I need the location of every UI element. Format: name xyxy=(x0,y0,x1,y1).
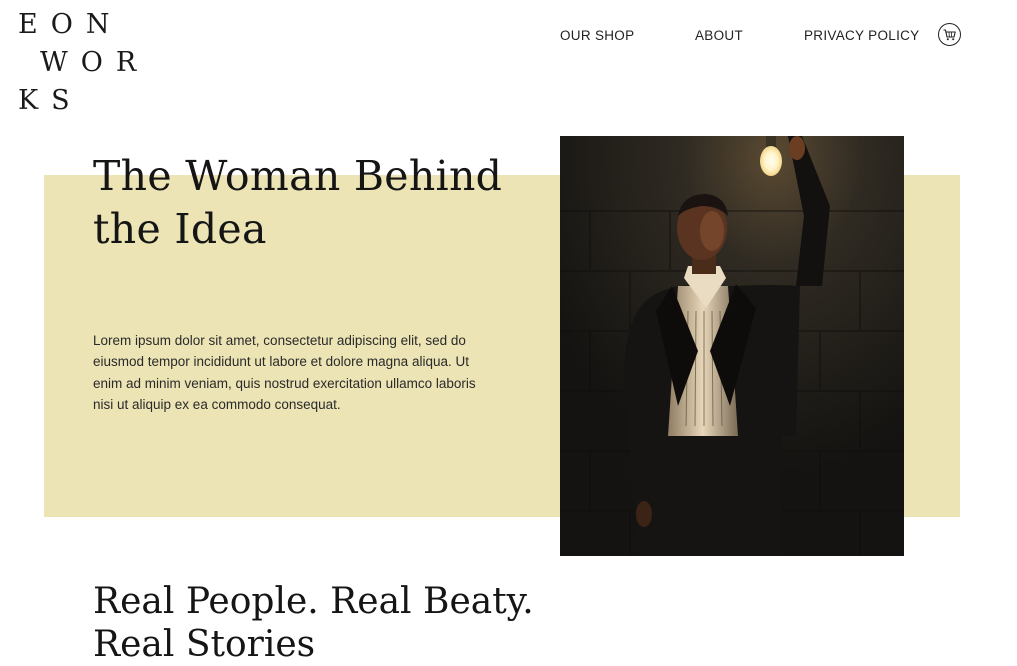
nav-link-our-shop[interactable]: OUR SHOP xyxy=(560,28,634,43)
brand-logo-line-1: EON xyxy=(18,6,149,44)
hero-body-text: Lorem ipsum dolor sit amet, consectetur … xyxy=(93,330,478,415)
cart-button[interactable] xyxy=(938,23,961,46)
brand-logo-line-3: KS xyxy=(18,82,149,120)
brand-logo-line-2: WOR xyxy=(18,44,149,82)
hero-title: The Woman Behind the Idea xyxy=(93,150,513,256)
cart-icon xyxy=(943,29,956,41)
hero-photo xyxy=(560,136,904,556)
nav-link-privacy-policy[interactable]: PRIVACY POLICY xyxy=(804,28,920,43)
brand-logo[interactable]: EON WOR KS xyxy=(18,6,149,120)
section-title-real-stories: Real People. Real Beaty. Real Stories xyxy=(93,580,573,666)
nav-link-about[interactable]: ABOUT xyxy=(695,28,743,43)
